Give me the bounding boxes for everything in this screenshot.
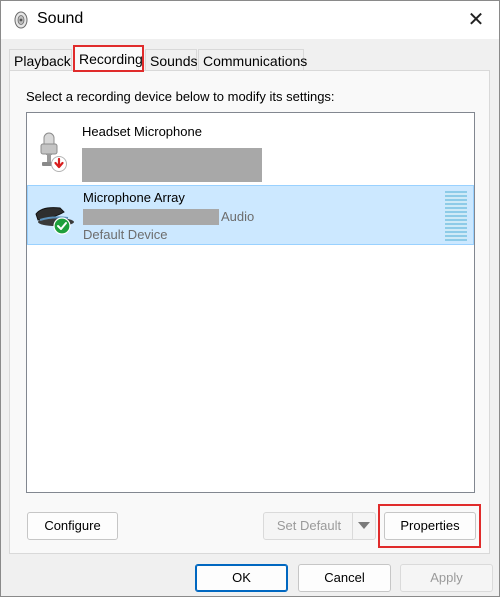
tab-recording[interactable]: Recording [73, 45, 144, 72]
properties-button[interactable]: Properties [384, 512, 476, 540]
microphone-array-icon [35, 207, 74, 235]
apply-button: Apply [400, 564, 493, 592]
window-title: Sound [37, 10, 84, 27]
chevron-down-icon [352, 513, 375, 539]
sound-dialog: Sound ✕ Playback Recording Sounds Commun… [0, 0, 500, 597]
close-button[interactable]: ✕ [453, 1, 499, 39]
cancel-button[interactable]: Cancel [298, 564, 391, 592]
tab-sounds[interactable]: Sounds [145, 49, 197, 71]
recording-panel: Select a recording device below to modif… [9, 70, 490, 554]
title-bar: Sound ✕ [1, 1, 499, 39]
device-microphone-array[interactable]: Microphone Array Audio Default Device [27, 185, 474, 245]
device-status: Default Device [83, 227, 168, 242]
device-name: Microphone Array [83, 190, 185, 205]
device-description-suffix: Audio [221, 209, 255, 224]
device-list[interactable]: Headset Microphone Microphone Array Audi… [26, 112, 475, 493]
instruction-text: Select a recording device below to modif… [26, 89, 335, 104]
configure-button[interactable]: Configure [27, 512, 118, 540]
device-headset-microphone[interactable]: Headset Microphone [27, 120, 474, 182]
headset-microphone-icon [40, 132, 67, 172]
tab-playback[interactable]: Playback [9, 49, 72, 71]
redacted-device-description [83, 209, 219, 225]
set-default-button: Set Default [263, 512, 376, 540]
ok-button[interactable]: OK [195, 564, 288, 592]
speaker-icon [14, 11, 28, 29]
redacted-device-description [82, 148, 262, 182]
tab-communications[interactable]: Communications [198, 49, 307, 71]
set-default-label: Set Default [276, 518, 342, 533]
level-meter [445, 191, 467, 241]
device-name: Headset Microphone [82, 124, 202, 139]
